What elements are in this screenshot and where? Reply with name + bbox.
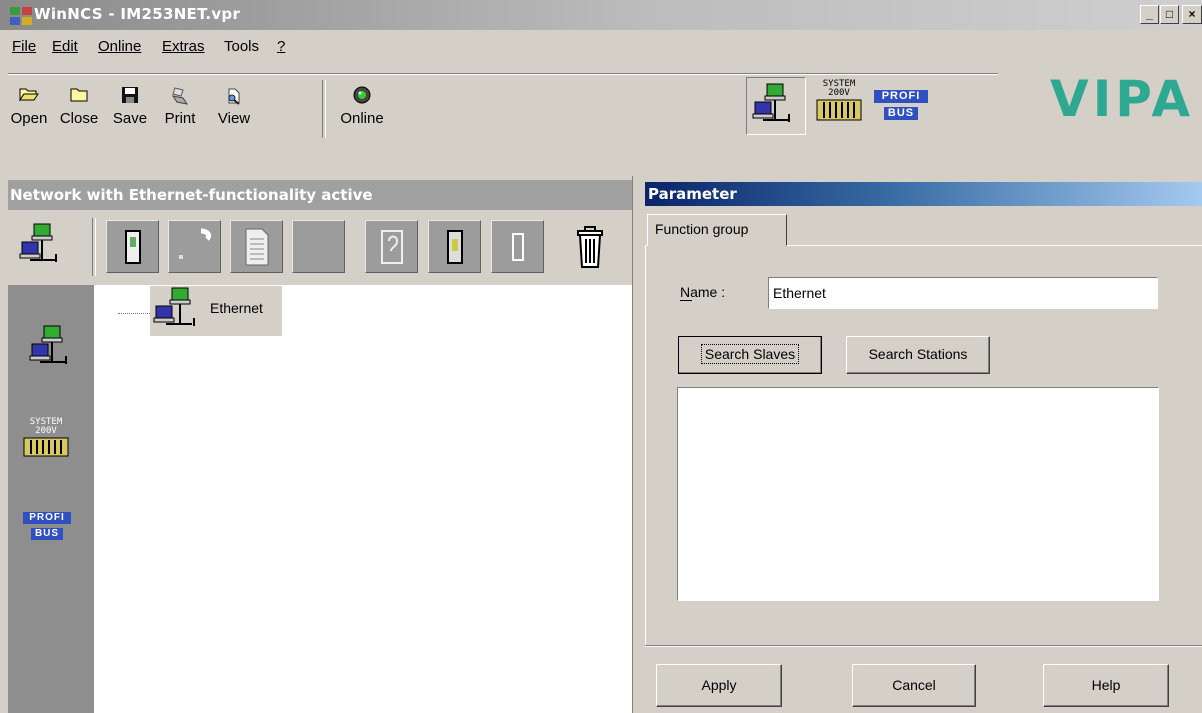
print-label: Print	[164, 110, 196, 127]
printer-icon	[156, 85, 204, 107]
open-label: Open	[10, 110, 48, 127]
cpu-tool-button[interactable]	[106, 220, 159, 273]
cpu-module-icon	[124, 229, 141, 264]
menu-help-label: ?	[277, 38, 286, 55]
sidebar-profibus-button[interactable]: PROFI BUS	[22, 512, 72, 552]
save-label: Save	[112, 110, 148, 127]
toolbar-separator	[322, 80, 326, 138]
name-label-text: Name :	[680, 284, 726, 300]
sidebar-profibus-text-1: PROFI	[29, 512, 65, 523]
view-label: View	[217, 110, 251, 127]
tree-node-ethernet[interactable]: Ethernet	[150, 286, 282, 336]
network-tree[interactable]	[94, 285, 632, 713]
sidebar-profibus-text-2: BUS	[31, 528, 63, 540]
menu-extras-label: Extras	[162, 38, 205, 55]
floppy-icon	[106, 85, 154, 107]
apply-button[interactable]: Apply	[656, 664, 782, 707]
ethernet-tool-button[interactable]	[14, 220, 70, 274]
menu-tools[interactable]: Tools	[224, 38, 259, 55]
menu-edit[interactable]: Edit	[52, 38, 78, 55]
name-field[interactable]	[768, 277, 1158, 309]
system-200v-mode-button[interactable]: SYSTEM 200V	[812, 80, 866, 136]
open-button[interactable]: Open	[5, 85, 53, 127]
close-file-button[interactable]: Close	[55, 85, 103, 127]
module-rack-icon	[816, 99, 862, 121]
folder-icon	[55, 85, 103, 107]
system-200v-text: 200V	[828, 88, 850, 98]
print-button[interactable]: Print	[156, 85, 204, 127]
system-200v-icon: SYSTEM 200V	[18, 418, 74, 436]
search-stations-button[interactable]: Search Stations	[846, 336, 990, 374]
maximize-button[interactable]: □	[1160, 5, 1179, 24]
menu-help[interactable]: ?	[277, 38, 285, 55]
cancel-button[interactable]: Cancel	[852, 664, 976, 707]
view-button[interactable]: View	[210, 85, 258, 127]
close-button[interactable]: ×	[1182, 5, 1202, 24]
minimize-button[interactable]: _	[1140, 5, 1159, 24]
menu-edit-label: Edit	[52, 38, 78, 55]
profibus-text-1: PROFI	[881, 90, 921, 102]
menu-online-label: Online	[98, 38, 142, 55]
document-icon	[245, 228, 268, 265]
sidebar-ethernet-button[interactable]	[24, 322, 80, 376]
parameter-panel-header: Parameter	[645, 182, 1202, 206]
profibus-text-2: BUS	[884, 107, 918, 120]
slave-module-icon	[446, 229, 463, 264]
network-panel-header: Network with Ethernet-functionality acti…	[8, 180, 635, 210]
app-icon	[10, 7, 32, 25]
tree-connector	[118, 313, 152, 314]
ethernet-network-icon	[29, 325, 67, 364]
search-slaves-label: Search Slaves	[700, 344, 800, 364]
online-icon	[334, 85, 390, 107]
profibus-icon: PROFI	[874, 90, 928, 103]
io-tool-button[interactable]	[365, 220, 418, 273]
ethernet-network-icon	[153, 287, 195, 326]
module-rack-icon	[23, 437, 69, 457]
ethernet-network-icon	[19, 223, 57, 262]
online-button[interactable]: Online	[334, 85, 390, 127]
profibus-mode-button[interactable]: PROFI BUS	[872, 90, 930, 126]
io-module-icon	[380, 229, 403, 264]
blank-tool-button[interactable]	[292, 220, 345, 273]
trash-icon	[577, 226, 603, 268]
profibus-icon: PROFI	[23, 512, 71, 524]
slot-icon	[511, 232, 524, 261]
vipa-logo: VIPA	[1050, 70, 1195, 128]
sidebar-system-200v-text: 200V	[35, 426, 57, 436]
results-list[interactable]	[677, 387, 1159, 601]
online-label: Online	[340, 110, 384, 127]
document-tool-button[interactable]	[230, 220, 283, 273]
panel-splitter[interactable]	[632, 176, 643, 713]
menu-extras[interactable]: Extras	[162, 38, 205, 55]
tree-node-label: Ethernet	[210, 300, 263, 316]
view-icon	[210, 85, 258, 107]
save-button[interactable]: Save	[106, 85, 154, 127]
ethernet-network-icon	[752, 83, 790, 122]
system-200v-icon: SYSTEM 200V	[812, 80, 866, 98]
ethernet-mode-button[interactable]	[746, 77, 806, 135]
delete-tool-button[interactable]	[562, 220, 618, 274]
tab-line	[787, 245, 1202, 246]
menu-online[interactable]: Online	[98, 38, 141, 55]
toolbar-divider	[8, 73, 998, 75]
bottom-separator	[645, 645, 1202, 647]
menu-tools-label: Tools	[224, 38, 260, 55]
menu-file-label: File	[12, 38, 37, 55]
connection-tool-button[interactable]	[168, 220, 221, 273]
help-button[interactable]: Help	[1043, 664, 1169, 707]
slot-tool-button[interactable]	[491, 220, 544, 273]
menu-file[interactable]: File	[12, 38, 36, 55]
folder-open-icon	[5, 85, 53, 107]
name-label-underline	[680, 300, 692, 301]
sidebar-system-200v-button[interactable]: SYSTEM 200V	[18, 418, 74, 466]
toolbar-separator	[92, 218, 96, 276]
window-title: WinNCS - IM253NET.vpr	[34, 5, 241, 23]
tab-function-group[interactable]: Function group	[647, 214, 787, 246]
name-label: Name :	[680, 284, 725, 300]
search-slaves-button[interactable]: Search Slaves	[678, 336, 822, 374]
connection-icon	[178, 228, 211, 259]
close-label: Close	[59, 110, 99, 127]
slave-tool-button[interactable]	[428, 220, 481, 273]
